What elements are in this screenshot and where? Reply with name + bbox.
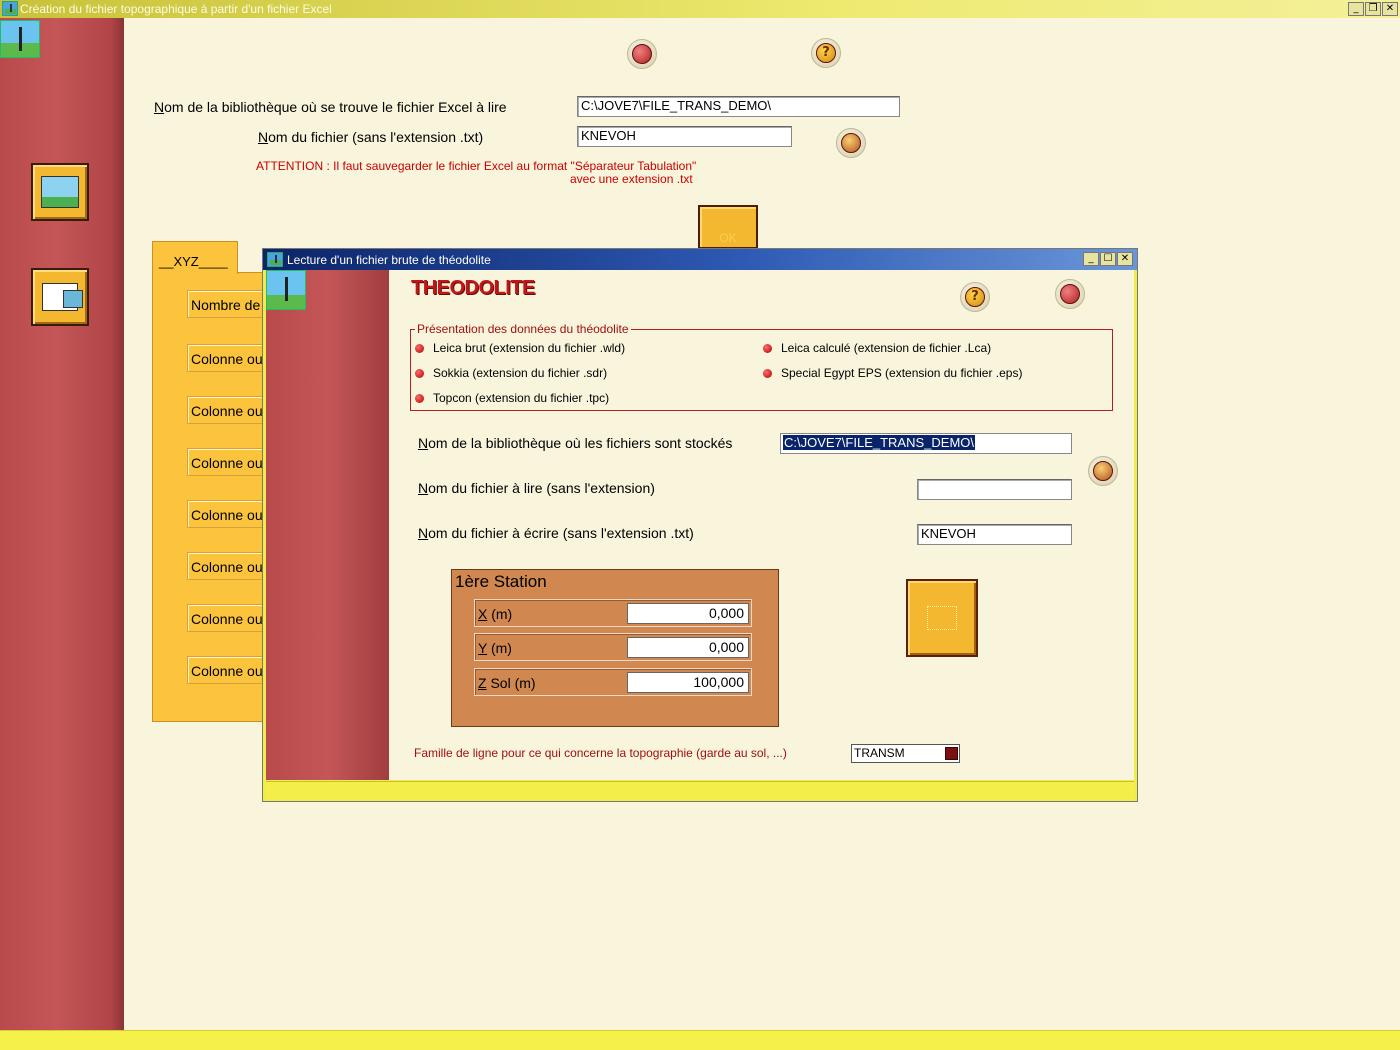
read-filename-label: Nom du fichier à lire (sans l'extension) bbox=[418, 480, 655, 496]
dialog-app-icon bbox=[267, 252, 283, 267]
dialog-sidebar bbox=[266, 270, 389, 780]
dialog-exit-button[interactable] bbox=[1055, 279, 1085, 309]
station-y-label: Y (m) bbox=[478, 640, 512, 656]
station-z-label: Z Sol (m) bbox=[478, 675, 536, 691]
excel-filename-input[interactable]: KNEVOH bbox=[577, 126, 792, 147]
radio-dot-icon bbox=[415, 344, 424, 353]
dialog-theodolite-icon bbox=[266, 270, 306, 310]
exit-button[interactable] bbox=[627, 39, 657, 69]
browse-file-button[interactable] bbox=[836, 128, 866, 158]
dialog-browse-button[interactable] bbox=[1088, 456, 1118, 486]
help-button[interactable]: ? bbox=[811, 38, 841, 68]
family-select[interactable]: TRANSM bbox=[851, 744, 960, 763]
theodolite-heading: THEODOLITE bbox=[411, 277, 535, 299]
station-title: 1ère Station bbox=[455, 572, 547, 591]
write-filename-input[interactable]: KNEVOH bbox=[917, 524, 1072, 545]
station-z-row: Z Sol (m) 100,000 bbox=[474, 668, 752, 696]
station-z-input[interactable]: 100,000 bbox=[627, 672, 749, 693]
read-filename-input[interactable] bbox=[917, 479, 1072, 500]
compute-button[interactable] bbox=[906, 579, 978, 657]
help-icon: ? bbox=[965, 287, 985, 307]
station-y-input[interactable]: 0,000 bbox=[627, 637, 749, 658]
station-y-row: Y (m) 0,000 bbox=[474, 633, 752, 661]
family-select-value: TRANSM bbox=[854, 746, 905, 760]
theodolite-dialog: Lecture d'un fichier brute de théodolite… bbox=[262, 248, 1138, 802]
station-x-row: X (m) 0,000 bbox=[474, 599, 752, 627]
spreadsheet-transfer-icon bbox=[42, 283, 83, 311]
excel-library-input[interactable]: C:\JOVE7\FILE_TRANS_DEMO\ bbox=[577, 96, 900, 117]
tab-xyz[interactable]: __XYZ____ bbox=[152, 241, 238, 274]
dialog-body: THEODOLITE ? Présentation des données du… bbox=[266, 270, 1134, 780]
minimize-button[interactable]: _ bbox=[1348, 2, 1364, 16]
app-icon bbox=[2, 1, 18, 16]
xyz-tab-panel bbox=[152, 272, 267, 722]
family-label: Famille de ligne pour ce qui concerne la… bbox=[414, 746, 787, 760]
excel-library-label: Nom de la bibliothèque où se trouve le f… bbox=[154, 99, 507, 115]
presentation-legend: Présentation des données du théodolite bbox=[415, 322, 631, 336]
grid-icon bbox=[927, 606, 957, 630]
dialog-help-button[interactable]: ? bbox=[960, 282, 990, 312]
dialog-minimize-button[interactable]: _ bbox=[1083, 252, 1099, 266]
option-sokkia[interactable]: Sokkia (extension du fichier .sdr) bbox=[415, 366, 607, 380]
dialog-library-label: Nom de la bibliothèque où les fichiers s… bbox=[418, 435, 733, 451]
dialog-maximize-button[interactable]: ☐ bbox=[1100, 252, 1116, 266]
dialog-status-bar bbox=[266, 781, 1134, 799]
dialog-title-bar: Lecture d'un fichier brute de théodolite… bbox=[263, 249, 1137, 270]
main-title-bar: Création du fichier topographique à part… bbox=[0, 0, 1400, 18]
folder-key-icon bbox=[1093, 461, 1113, 481]
warning-line-1: ATTENTION : Il faut sauvegarder le fichi… bbox=[256, 159, 697, 173]
surveyor-icon bbox=[41, 176, 79, 208]
help-icon: ? bbox=[816, 43, 836, 63]
exit-icon bbox=[632, 44, 652, 64]
station-x-input[interactable]: 0,000 bbox=[627, 603, 749, 624]
option-leica-calcule[interactable]: Leica calculé (extension de fichier .Lca… bbox=[763, 341, 991, 355]
excel-import-button[interactable] bbox=[31, 268, 89, 326]
write-filename-label: Nom du fichier à écrire (sans l'extensio… bbox=[418, 525, 694, 541]
option-leica-brut[interactable]: Leica brut (extension du fichier .wld) bbox=[415, 341, 625, 355]
restore-button[interactable]: ❐ bbox=[1365, 2, 1381, 16]
theodolite-logo-icon bbox=[0, 20, 40, 58]
radio-dot-icon bbox=[415, 369, 424, 378]
radio-dot-icon bbox=[415, 394, 424, 403]
main-window-title: Création du fichier topographique à part… bbox=[20, 2, 332, 16]
theodolite-import-button[interactable] bbox=[31, 163, 89, 221]
excel-filename-label: Nom du fichier (sans l'extension .txt) bbox=[258, 129, 484, 145]
close-button[interactable]: ✕ bbox=[1382, 2, 1398, 16]
radio-dot-icon bbox=[763, 369, 772, 378]
main-status-bar bbox=[0, 1030, 1400, 1050]
station-x-label: X (m) bbox=[478, 606, 513, 622]
dialog-title: Lecture d'un fichier brute de théodolite bbox=[287, 253, 491, 267]
dropdown-arrow-icon[interactable] bbox=[945, 747, 958, 760]
option-topcon[interactable]: Topcon (extension du fichier .tpc) bbox=[415, 391, 609, 405]
station-group: 1ère Station X (m) 0,000 Y (m) 0,000 Z S… bbox=[451, 569, 779, 727]
dialog-library-input[interactable]: C:\JOVE7\FILE_TRANS_DEMO\ bbox=[780, 433, 1072, 454]
folder-key-icon bbox=[841, 133, 861, 153]
ok-button[interactable]: OK bbox=[698, 205, 758, 249]
radio-dot-icon bbox=[763, 344, 772, 353]
dialog-close-button[interactable]: ✕ bbox=[1117, 252, 1133, 266]
warning-line-2: avec une extension .txt bbox=[570, 172, 693, 186]
exit-icon bbox=[1060, 284, 1080, 304]
option-special-egypt[interactable]: Special Egypt EPS (extension du fichier … bbox=[763, 366, 1022, 380]
